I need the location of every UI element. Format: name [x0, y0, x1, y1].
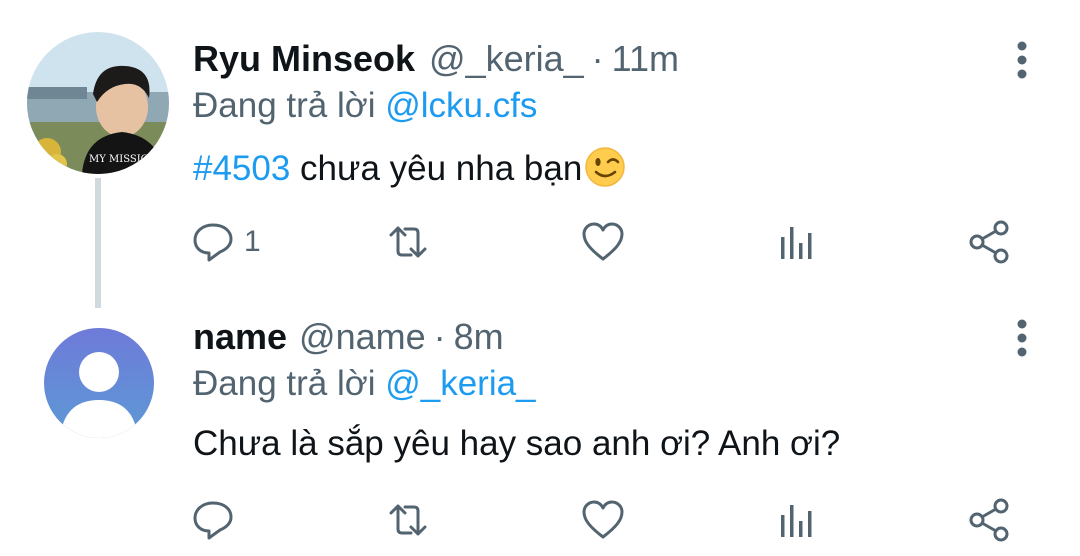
like-button[interactable] — [580, 496, 626, 544]
separator-dot: · — [433, 316, 446, 357]
share-icon — [969, 498, 1009, 542]
like-icon — [582, 500, 624, 539]
replying-to: Đang trả lời @_keria_ — [193, 364, 536, 404]
avatar[interactable] — [44, 328, 154, 438]
stats-button[interactable] — [775, 496, 821, 544]
reply-button[interactable] — [190, 496, 244, 544]
more-options-button[interactable] — [1004, 314, 1040, 362]
retweet-button[interactable] — [385, 496, 431, 544]
more-vertical-icon — [1017, 319, 1027, 357]
tweet-text: Chưa là sắp yêu hay sao anh ơi? Anh ơi? — [193, 424, 840, 464]
reply-prefix: Đang trả lời — [193, 364, 376, 403]
tweet-body: Chưa là sắp yêu hay sao anh ơi? Anh ơi? — [193, 424, 841, 463]
tweet-header: name @name · 8m — [193, 316, 504, 358]
share-button[interactable] — [966, 496, 1012, 544]
reply-mention-link[interactable]: @_keria_ — [385, 364, 535, 403]
display-name[interactable]: name — [193, 316, 287, 358]
stats-icon — [781, 505, 812, 537]
retweet-icon — [389, 504, 427, 536]
reply-icon — [193, 501, 233, 540]
tweet-2[interactable]: name @name · 8m Đang trả lời @_keria_ Ch… — [0, 0, 1080, 542]
default-avatar-icon — [44, 328, 154, 438]
timestamp[interactable]: 8m — [454, 316, 504, 358]
user-handle[interactable]: @name — [299, 316, 426, 358]
tweet-actions — [0, 490, 1080, 550]
